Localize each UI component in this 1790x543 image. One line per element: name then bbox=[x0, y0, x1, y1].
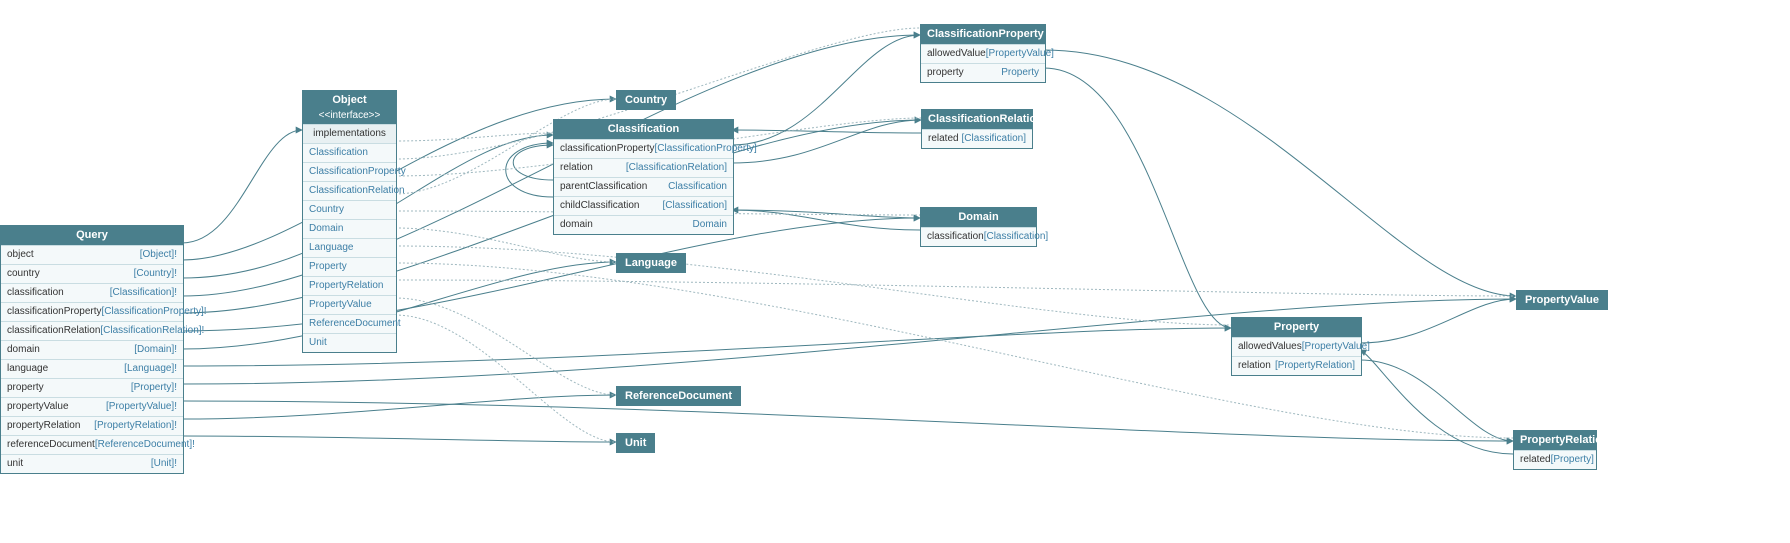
query-row-classificationrelation[interactable]: classificationRelation[ClassificationRel… bbox=[1, 321, 183, 340]
object-impl-language[interactable]: Language bbox=[303, 238, 396, 257]
node-country[interactable]: Country bbox=[616, 90, 676, 110]
query-row-unit[interactable]: unit[Unit]! bbox=[1, 454, 183, 473]
query-row-country[interactable]: country[Country]! bbox=[1, 264, 183, 283]
node-propertyrelation-title: PropertyRelation bbox=[1514, 431, 1596, 450]
node-classificationproperty[interactable]: ClassificationProperty allowedValue[Prop… bbox=[920, 24, 1046, 83]
object-impl-propertyvalue[interactable]: PropertyValue bbox=[303, 295, 396, 314]
classificationproperty-row-allowedvalue[interactable]: allowedValue[PropertyValue] bbox=[921, 44, 1045, 63]
object-impl-unit[interactable]: Unit bbox=[303, 333, 396, 352]
node-query-title: Query bbox=[1, 226, 183, 245]
node-object[interactable]: Object <<interface>> implementations Cla… bbox=[302, 90, 397, 353]
node-property[interactable]: Property allowedValues[PropertyValue] re… bbox=[1231, 317, 1362, 376]
object-impl-referencedocument[interactable]: ReferenceDocument bbox=[303, 314, 396, 333]
node-referencedocument[interactable]: ReferenceDocument bbox=[616, 386, 741, 406]
node-classification[interactable]: Classification classificationProperty[Cl… bbox=[553, 119, 734, 235]
object-impl-classificationrelation[interactable]: ClassificationRelation bbox=[303, 181, 396, 200]
object-impl-classificationproperty[interactable]: ClassificationProperty bbox=[303, 162, 396, 181]
node-object-title: Object bbox=[303, 91, 396, 110]
object-impl-country[interactable]: Country bbox=[303, 200, 396, 219]
classification-row-classificationproperty[interactable]: classificationProperty[ClassificationPro… bbox=[554, 139, 733, 158]
classification-row-parent[interactable]: parentClassificationClassification bbox=[554, 177, 733, 196]
query-row-referencedocument[interactable]: referenceDocument[ReferenceDocument]! bbox=[1, 435, 183, 454]
query-row-language[interactable]: language[Language]! bbox=[1, 359, 183, 378]
property-row-allowedvalues[interactable]: allowedValues[PropertyValue] bbox=[1232, 337, 1361, 356]
node-object-subtitle: <<interface>> bbox=[303, 110, 396, 124]
node-property-title: Property bbox=[1232, 318, 1361, 337]
node-classificationrelation[interactable]: ClassificationRelation related[Classific… bbox=[921, 109, 1033, 149]
query-row-object[interactable]: object[Object]! bbox=[1, 245, 183, 264]
propertyrelation-row-related[interactable]: related[Property] bbox=[1514, 450, 1596, 469]
object-impl-domain[interactable]: Domain bbox=[303, 219, 396, 238]
classification-row-relation[interactable]: relation[ClassificationRelation] bbox=[554, 158, 733, 177]
classificationproperty-row-property[interactable]: propertyProperty bbox=[921, 63, 1045, 82]
node-classificationproperty-title: ClassificationProperty bbox=[921, 25, 1045, 44]
node-query[interactable]: Query object[Object]! country[Country]! … bbox=[0, 225, 184, 474]
object-impl-classification[interactable]: Classification bbox=[303, 143, 396, 162]
object-impl-propertyrelation[interactable]: PropertyRelation bbox=[303, 276, 396, 295]
node-propertyvalue[interactable]: PropertyValue bbox=[1516, 290, 1608, 310]
node-classificationrelation-title: ClassificationRelation bbox=[922, 110, 1032, 129]
property-row-relation[interactable]: relation[PropertyRelation] bbox=[1232, 356, 1361, 375]
object-impl-property[interactable]: Property bbox=[303, 257, 396, 276]
query-row-property[interactable]: property[Property]! bbox=[1, 378, 183, 397]
node-domain[interactable]: Domain classification[Classification] bbox=[920, 207, 1037, 247]
query-row-propertyvalue[interactable]: propertyValue[PropertyValue]! bbox=[1, 397, 183, 416]
object-impl-section: implementations bbox=[303, 124, 396, 143]
node-classification-title: Classification bbox=[554, 120, 733, 139]
node-language[interactable]: Language bbox=[616, 253, 686, 273]
node-propertyrelation[interactable]: PropertyRelation related[Property] bbox=[1513, 430, 1597, 470]
query-row-domain[interactable]: domain[Domain]! bbox=[1, 340, 183, 359]
node-domain-title: Domain bbox=[921, 208, 1036, 227]
query-row-classificationproperty[interactable]: classificationProperty[ClassificationPro… bbox=[1, 302, 183, 321]
query-row-classification[interactable]: classification[Classification]! bbox=[1, 283, 183, 302]
query-row-propertyrelation[interactable]: propertyRelation[PropertyRelation]! bbox=[1, 416, 183, 435]
classification-row-child[interactable]: childClassification[Classification] bbox=[554, 196, 733, 215]
classificationrelation-row-related[interactable]: related[Classification] bbox=[922, 129, 1032, 148]
domain-row-classification[interactable]: classification[Classification] bbox=[921, 227, 1036, 246]
node-unit[interactable]: Unit bbox=[616, 433, 655, 453]
classification-row-domain[interactable]: domainDomain bbox=[554, 215, 733, 234]
